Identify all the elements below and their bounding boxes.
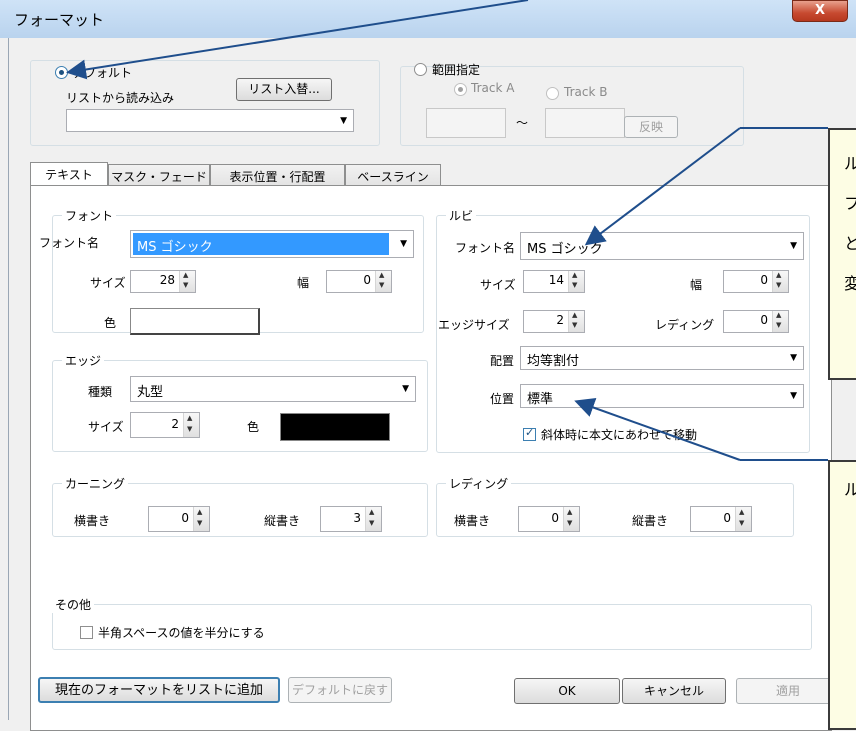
arrow-to-default-radio (66, 0, 529, 80)
arrow-to-ruby-font (584, 127, 741, 246)
arrow-to-ruby-position (574, 397, 741, 461)
callout-arrows (66, 0, 828, 461)
